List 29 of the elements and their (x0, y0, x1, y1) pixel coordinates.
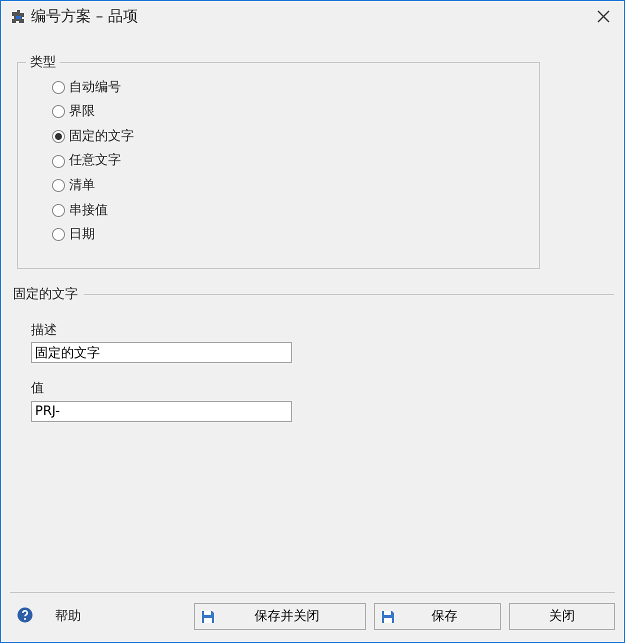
section-title: 固定的文字 (13, 286, 78, 304)
field-label: 值 (31, 380, 44, 398)
input-field[interactable]: 固定的文字 (31, 342, 292, 363)
radio-label[interactable]: 界限 (69, 102, 95, 122)
radio-label[interactable]: 串接值 (69, 200, 108, 220)
save-button[interactable]: 保存 (374, 603, 501, 630)
radio-button[interactable] (52, 80, 65, 94)
help-icon[interactable] (17, 607, 33, 623)
close-button[interactable]: 关闭 (509, 603, 615, 630)
radio-label[interactable]: 任意文字 (69, 151, 121, 171)
window-title: 编号方案 – 品项 (31, 6, 138, 28)
help-link[interactable]: 帮助 (55, 607, 81, 626)
radio-label[interactable]: 清单 (69, 176, 95, 196)
radio-button[interactable] (52, 154, 65, 168)
radio-label[interactable]: 固定的文字 (69, 126, 134, 146)
close-icon (597, 10, 610, 23)
app-icon (9, 8, 27, 26)
save-button[interactable]: 保存并关闭 (194, 603, 366, 630)
radio-button[interactable] (52, 204, 65, 217)
radio-button[interactable] (52, 105, 65, 118)
radio-label[interactable]: 自动编号 (69, 78, 121, 98)
save-icon (381, 610, 395, 624)
radio-label[interactable]: 日期 (69, 225, 95, 245)
radio-button[interactable] (52, 179, 65, 192)
input-field[interactable]: PRJ- (31, 400, 292, 422)
radio-button[interactable] (52, 228, 65, 242)
radio-button[interactable] (52, 130, 65, 143)
save-icon (201, 610, 215, 624)
field-label: 描述 (31, 322, 57, 340)
